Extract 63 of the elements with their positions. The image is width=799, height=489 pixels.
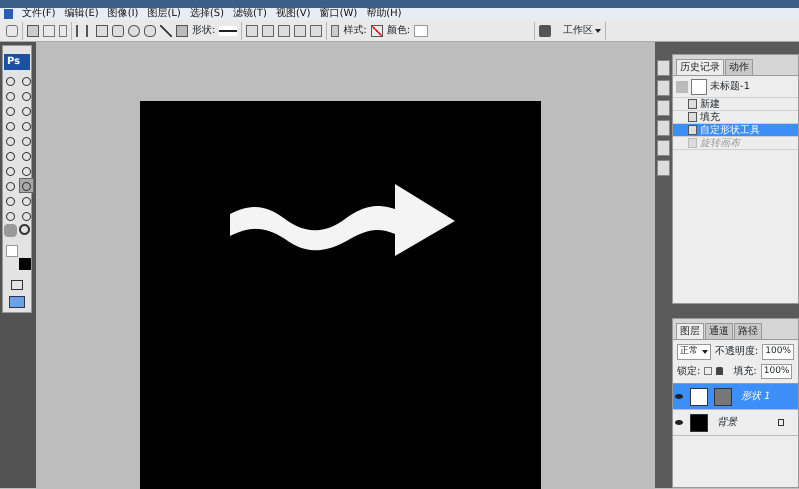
- panel-tab[interactable]: 历史记录: [676, 59, 724, 75]
- menu-item[interactable]: 帮助(H): [366, 8, 402, 20]
- background-color-swatch[interactable]: [19, 258, 31, 270]
- menu-item[interactable]: 滤镜(T): [232, 8, 267, 20]
- snapshot-thumbnail: [691, 78, 707, 94]
- layer-thumbnail: [690, 414, 708, 432]
- rounded-rectangle-icon[interactable]: [112, 24, 124, 36]
- fill-pixels-icon[interactable]: [59, 24, 67, 36]
- foreground-color-swatch[interactable]: [6, 245, 18, 257]
- add-area-icon[interactable]: [262, 24, 274, 36]
- quick-mask-icon[interactable]: [11, 280, 23, 290]
- blend-mode-dropdown[interactable]: 正常: [677, 344, 711, 360]
- panel-tab[interactable]: 动作: [725, 59, 753, 75]
- no-style-icon[interactable]: [370, 24, 383, 36]
- fill-label: 填充:: [733, 364, 757, 379]
- intersect-area-icon[interactable]: [294, 24, 306, 36]
- arrow-shape-picker-icon[interactable]: [219, 26, 238, 36]
- layer-thumbnail: [690, 388, 708, 406]
- menu-item[interactable]: 图像(I): [108, 8, 138, 20]
- subtract-area-icon[interactable]: [278, 24, 290, 36]
- history-state-name: 填充: [700, 110, 720, 124]
- menu-item[interactable]: 文件(F): [22, 8, 56, 20]
- workspace-menu[interactable]: 工作区: [563, 23, 602, 38]
- menu-item[interactable]: 视图(V): [276, 8, 311, 20]
- eye-icon[interactable]: [675, 420, 683, 425]
- rectangle-icon[interactable]: [96, 24, 108, 36]
- screen-mode-icon[interactable]: [9, 296, 25, 308]
- caret-icon: [702, 350, 708, 354]
- lock-label: 锁定:: [677, 364, 700, 379]
- panel-tab[interactable]: 图层: [676, 323, 704, 339]
- menu-item[interactable]: 图层(L): [147, 8, 181, 20]
- lock-pixels-icon[interactable]: [704, 367, 712, 376]
- opacity-field[interactable]: 100%: [762, 344, 794, 360]
- color-swatch[interactable]: [414, 24, 428, 36]
- vector-mask-thumbnail: [714, 388, 732, 406]
- ellipse-icon[interactable]: [128, 24, 140, 36]
- history-state-name: 旋转画布: [700, 136, 740, 150]
- exclude-area-icon[interactable]: [310, 24, 322, 36]
- menu-item[interactable]: 选择(S): [190, 8, 224, 20]
- opacity-label: 不透明度:: [714, 344, 758, 360]
- style-label: 样式:: [343, 24, 367, 38]
- lock-icon[interactable]: [716, 367, 724, 376]
- menu-item[interactable]: 编辑(E): [64, 8, 99, 20]
- history-state-name: 自定形状工具: [700, 124, 760, 138]
- history-state[interactable]: 新建: [673, 98, 798, 111]
- snapshot-name[interactable]: 未标题-1: [710, 79, 750, 94]
- app-icon: [4, 9, 13, 19]
- shape-label: 形状:: [192, 24, 216, 38]
- history-state-name: 新建: [700, 98, 720, 112]
- layer-name[interactable]: 背景: [717, 415, 775, 430]
- ps-logo: Ps: [4, 54, 30, 70]
- new-shape-area-icon[interactable]: [246, 24, 258, 36]
- shape-layers-icon[interactable]: [27, 24, 39, 36]
- caret-icon: [595, 28, 602, 32]
- polygon-icon[interactable]: [144, 24, 156, 36]
- zoom-icon[interactable]: [19, 224, 30, 235]
- color-label: 颜色:: [386, 24, 410, 38]
- menu-item[interactable]: 窗口(W): [320, 8, 358, 20]
- panel-tab[interactable]: 路径: [734, 323, 762, 339]
- layer-row[interactable]: 背景: [673, 410, 798, 436]
- paths-icon[interactable]: [43, 24, 55, 36]
- fill-field[interactable]: 100%: [760, 364, 792, 379]
- panel-tab[interactable]: 通道: [705, 323, 733, 339]
